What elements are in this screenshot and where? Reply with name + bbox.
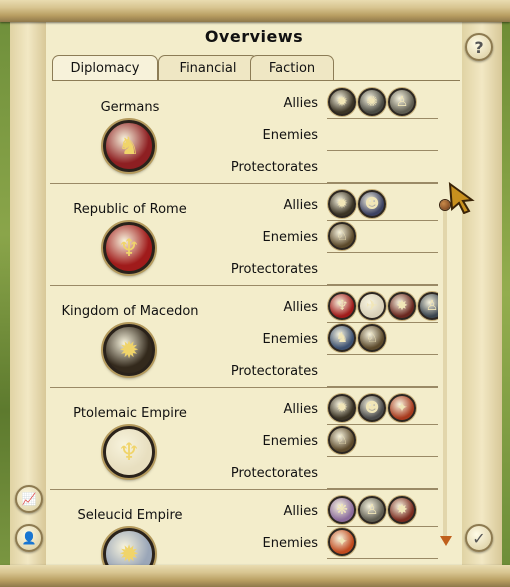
relation-label-protectorates: Protectorates: [230, 262, 318, 277]
relation-icons-allies: ✹ ☻ ✦: [328, 394, 416, 424]
faction-lion-icon[interactable]: ❋: [328, 496, 356, 524]
relation-underline: [327, 252, 438, 253]
scroll-down-arrow-icon[interactable]: [440, 536, 452, 546]
mouse-cursor-icon: [448, 182, 475, 214]
relation-label-allies: Allies: [283, 198, 319, 213]
faction-name: Germans: [100, 100, 160, 115]
faction-entry[interactable]: Ptolemaic Empire ♆ Allies ✹ ☻ ✦ Enemies ♘ Protec…: [46, 388, 438, 490]
faction-list[interactable]: Germans ♞ Allies ✹ ✺ ♙ Enemies Protectorates Rep…: [46, 82, 438, 565]
world-map-edge-left: [0, 0, 10, 587]
faction-sun-icon[interactable]: ✹: [328, 190, 356, 218]
relation-underline: [327, 150, 438, 151]
relation-underline: [327, 322, 438, 323]
tab-underline: [52, 80, 460, 81]
relation-icons-allies: ✹ ✺ ♙: [328, 88, 416, 118]
faction-emblem-sun-icon[interactable]: ✹: [103, 528, 155, 565]
relation-icons-enemies: ♘: [328, 426, 356, 456]
tab-faction[interactable]: Faction: [250, 55, 334, 80]
relation-label-enemies: Enemies: [262, 536, 319, 551]
faction-emblem-eagle-icon[interactable]: ♆: [103, 426, 155, 478]
help-button[interactable]: ?: [465, 33, 493, 61]
faction-name: Kingdom of Macedon: [61, 304, 199, 319]
scrollbar-track[interactable]: [443, 210, 447, 540]
relation-icons-enemies: ♘: [328, 222, 356, 252]
faction-entry[interactable]: Kingdom of Macedon ✹ Allies ♆ ✈ ✸ ♙ Enemies ♞ ♘ Pr…: [46, 286, 438, 388]
relation-icons-enemies: ♞ ♘: [328, 324, 386, 354]
relation-label-enemies: Enemies: [262, 332, 319, 347]
faction-sun-icon[interactable]: ✹: [328, 88, 356, 116]
faction-bird-icon[interactable]: ✈: [358, 292, 386, 320]
faction-star-icon[interactable]: ✦: [388, 394, 416, 422]
faction-name: Republic of Rome: [73, 202, 187, 217]
faction-emblem-sun-icon[interactable]: ✹: [103, 324, 155, 376]
relation-underline: [327, 220, 438, 221]
stats-chart-button[interactable]: 📈: [15, 485, 43, 513]
faction-griffin-icon[interactable]: ✸: [388, 292, 416, 320]
faction-wolf-icon[interactable]: ✺: [358, 88, 386, 116]
relation-underline: [327, 424, 438, 425]
faction-rider-icon[interactable]: ♘: [328, 222, 356, 250]
faction-rider-icon[interactable]: ♘: [328, 426, 356, 454]
advisor-button[interactable]: 👤: [15, 524, 43, 552]
relation-label-allies: Allies: [283, 96, 319, 111]
relation-label-allies: Allies: [283, 300, 319, 315]
faction-entry[interactable]: Republic of Rome ♆ Allies ✹ ☻ Enemies ♘ Protect…: [46, 184, 438, 286]
faction-star-icon[interactable]: ✦: [328, 528, 356, 556]
page-title: Overviews: [204, 27, 304, 46]
vertical-scrollbar[interactable]: [440, 200, 452, 546]
relation-label-enemies: Enemies: [262, 230, 319, 245]
relation-label-enemies: Enemies: [262, 434, 319, 449]
faction-griffin-icon[interactable]: ✸: [388, 496, 416, 524]
relation-label-allies: Allies: [283, 402, 319, 417]
relation-underline: [327, 456, 438, 457]
relation-label-allies: Allies: [283, 504, 319, 519]
faction-head-icon[interactable]: ☻: [358, 394, 386, 422]
relation-label-enemies: Enemies: [262, 128, 319, 143]
faction-warrior-icon[interactable]: ♙: [418, 292, 438, 320]
faction-rider-icon[interactable]: ♘: [358, 324, 386, 352]
faction-head-icon[interactable]: ☻: [358, 190, 386, 218]
faction-warrior-icon[interactable]: ♙: [388, 88, 416, 116]
scroll-rod-bottom: [0, 565, 510, 587]
faction-eagle-icon[interactable]: ♆: [328, 292, 356, 320]
faction-name: Ptolemaic Empire: [73, 406, 187, 421]
faction-emblem-eagle-icon[interactable]: ♆: [103, 222, 155, 274]
faction-entry[interactable]: Seleucid Empire✹Allies❋♙✸Enemies✦Protect…: [46, 490, 438, 565]
relation-icons-enemies: ✦: [328, 528, 356, 558]
relation-underline: [327, 354, 438, 355]
relation-underline: [327, 118, 438, 119]
scroll-side-right: [462, 18, 502, 567]
tab-financial[interactable]: Financial: [158, 55, 258, 80]
faction-horse-icon[interactable]: ♞: [328, 324, 356, 352]
relation-label-protectorates: Protectorates: [230, 364, 318, 379]
tab-diplomacy[interactable]: Diplomacy: [52, 55, 158, 81]
relation-underline: [327, 558, 438, 559]
confirm-button[interactable]: ✓: [465, 524, 493, 552]
faction-sun-icon[interactable]: ✹: [328, 394, 356, 422]
relation-icons-allies: ❋ ♙ ✸: [328, 496, 416, 526]
world-map-edge-right: [502, 0, 510, 587]
relation-label-protectorates: Protectorates: [230, 466, 318, 481]
scroll-rod-top: [0, 0, 510, 22]
relation-icons-allies: ♆ ✈ ✸ ♙: [328, 292, 438, 322]
faction-entry[interactable]: Germans ♞ Allies ✹ ✺ ♙ Enemies Protectorates: [46, 82, 438, 184]
relation-label-protectorates: Protectorates: [230, 160, 318, 175]
relation-underline: [327, 526, 438, 527]
faction-emblem-boar-icon[interactable]: ♞: [103, 120, 155, 172]
faction-warrior-icon[interactable]: ♙: [358, 496, 386, 524]
relation-icons-allies: ✹ ☻: [328, 190, 386, 220]
faction-name: Seleucid Empire: [77, 508, 183, 523]
